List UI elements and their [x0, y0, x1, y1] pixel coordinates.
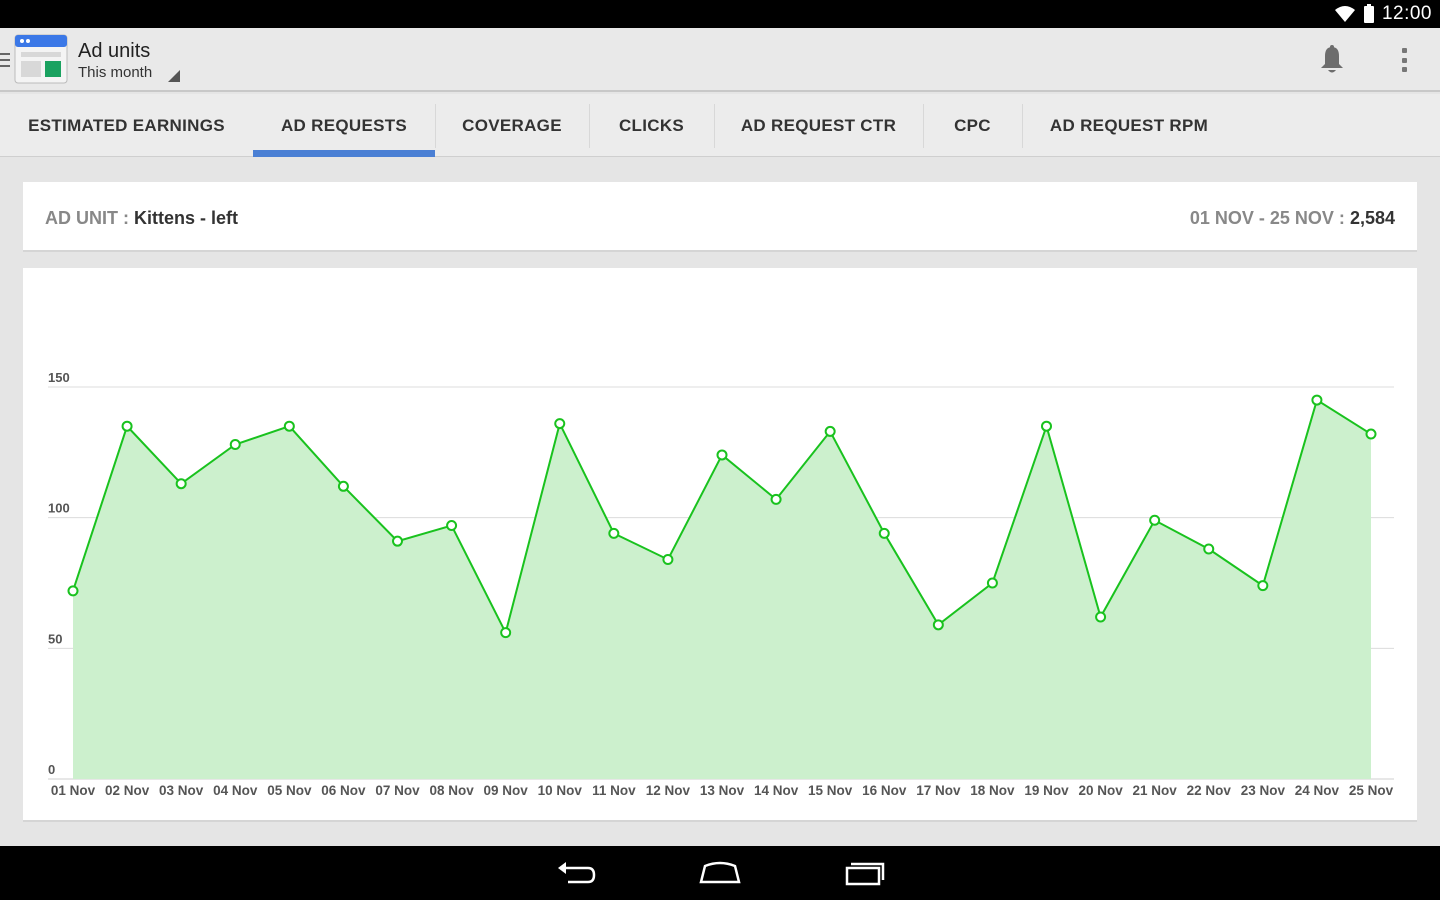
x-tick-label: 05 Nov	[267, 783, 312, 798]
overflow-menu-icon[interactable]	[1394, 46, 1414, 74]
x-tick-label: 24 Nov	[1295, 783, 1340, 798]
tab-coverage[interactable]: COVERAGE	[435, 94, 589, 157]
data-point	[1257, 580, 1269, 592]
notifications-bell-icon[interactable]	[1318, 44, 1346, 76]
x-tick-label: 11 Nov	[592, 783, 636, 798]
ad-unit-value: Kittens - left	[134, 208, 239, 228]
x-tick-label: 21 Nov	[1133, 783, 1178, 798]
x-tick-label: 18 Nov	[970, 783, 1015, 798]
data-point	[1095, 611, 1107, 623]
range-total: 2,584	[1349, 208, 1395, 228]
recent-apps-icon[interactable]	[843, 858, 887, 888]
data-point	[986, 577, 998, 589]
data-point	[554, 418, 566, 430]
data-point	[337, 480, 349, 492]
ad-unit-label: AD UNIT :	[45, 208, 129, 228]
data-point	[500, 627, 512, 639]
data-point	[662, 553, 674, 565]
data-point	[1203, 543, 1215, 555]
battery-icon	[1363, 3, 1374, 23]
x-tick-label: 08 Nov	[429, 783, 474, 798]
x-tick-label: 19 Nov	[1024, 783, 1069, 798]
x-tick-label: 17 Nov	[916, 783, 961, 798]
back-icon[interactable]	[554, 858, 598, 888]
y-tick-label: 50	[48, 631, 62, 646]
chart-card: 0 50 100 150 01 Nov 02 Nov 03 Nov 04 Nov 05 Nov 0…	[23, 268, 1417, 822]
data-point	[67, 585, 79, 597]
data-point	[932, 619, 944, 631]
tab-ad-requests[interactable]: AD REQUESTS	[253, 94, 435, 157]
ad-requests-chart: 0 50 100 150 01 Nov 02 Nov 03 Nov 04 Nov 05 Nov 0…	[48, 370, 1394, 798]
tab-ad-request-ctr[interactable]: AD REQUEST CTR	[714, 94, 923, 157]
tab-estimated-earnings[interactable]: ESTIMATED EARNINGS	[0, 94, 253, 157]
adsense-app-icon[interactable]	[14, 34, 68, 84]
y-tick-label: 150	[48, 370, 70, 385]
data-point	[1365, 428, 1377, 440]
status-bar: 12:00	[0, 0, 1440, 28]
data-point	[446, 520, 458, 532]
x-tick-label: 23 Nov	[1241, 783, 1286, 798]
y-tick-label: 0	[48, 762, 55, 777]
x-tick-label: 03 Nov	[159, 783, 204, 798]
x-tick-label: 02 Nov	[105, 783, 150, 798]
x-tick-label: 25 Nov	[1349, 783, 1394, 798]
home-icon[interactable]	[698, 858, 742, 888]
x-tick-label: 07 Nov	[375, 783, 420, 798]
data-point	[283, 420, 295, 432]
tab-cpc[interactable]: CPC	[923, 94, 1022, 157]
data-point	[1149, 514, 1161, 526]
data-point	[716, 449, 728, 461]
data-point	[824, 425, 836, 437]
wifi-icon	[1334, 6, 1355, 22]
app-title: Ad units	[78, 40, 151, 62]
ad-unit-summary: AD UNIT : Kittens - left	[45, 208, 238, 229]
x-tick-label: 22 Nov	[1187, 783, 1232, 798]
tab-clicks[interactable]: CLICKS	[589, 94, 714, 157]
range-summary: 01 NOV - 25 NOV : 2,584	[1190, 208, 1395, 229]
range-label: 01 NOV - 25 NOV :	[1189, 208, 1345, 228]
drawer-icon[interactable]	[0, 53, 10, 67]
data-point	[1311, 394, 1323, 406]
date-range-spinner[interactable]: This month	[78, 64, 152, 81]
x-tick-label: 09 Nov	[484, 783, 529, 798]
data-point	[175, 478, 187, 490]
x-tick-label: 12 Nov	[646, 783, 691, 798]
x-tick-label: 04 Nov	[213, 783, 258, 798]
data-point	[121, 420, 133, 432]
metric-tabs: ESTIMATED EARNINGS AD REQUESTS COVERAGE …	[0, 94, 1440, 157]
x-tick-label: 14 Nov	[754, 783, 799, 798]
x-tick-label: 01 Nov	[51, 783, 96, 798]
tab-ad-request-rpm[interactable]: AD REQUEST RPM	[1022, 94, 1236, 157]
x-tick-label: 15 Nov	[808, 783, 853, 798]
x-tick-label: 06 Nov	[321, 783, 366, 798]
data-point	[229, 438, 241, 450]
action-bar: Ad units This month	[0, 28, 1440, 92]
x-tick-label: 10 Nov	[538, 783, 583, 798]
spinner-caret-icon[interactable]	[168, 70, 180, 82]
data-point	[770, 493, 782, 505]
data-point	[392, 535, 403, 547]
navigation-bar	[0, 846, 1440, 900]
x-tick-label: 20 Nov	[1078, 783, 1123, 798]
data-point	[1041, 420, 1052, 432]
x-tick-label: 13 Nov	[700, 783, 745, 798]
x-tick-label: 16 Nov	[862, 783, 907, 798]
data-point	[608, 527, 620, 539]
y-tick-label: 100	[48, 501, 70, 516]
data-point	[878, 527, 890, 539]
summary-card: AD UNIT : Kittens - left 01 NOV - 25 NOV…	[23, 182, 1417, 252]
status-clock: 12:00	[1381, 3, 1432, 24]
